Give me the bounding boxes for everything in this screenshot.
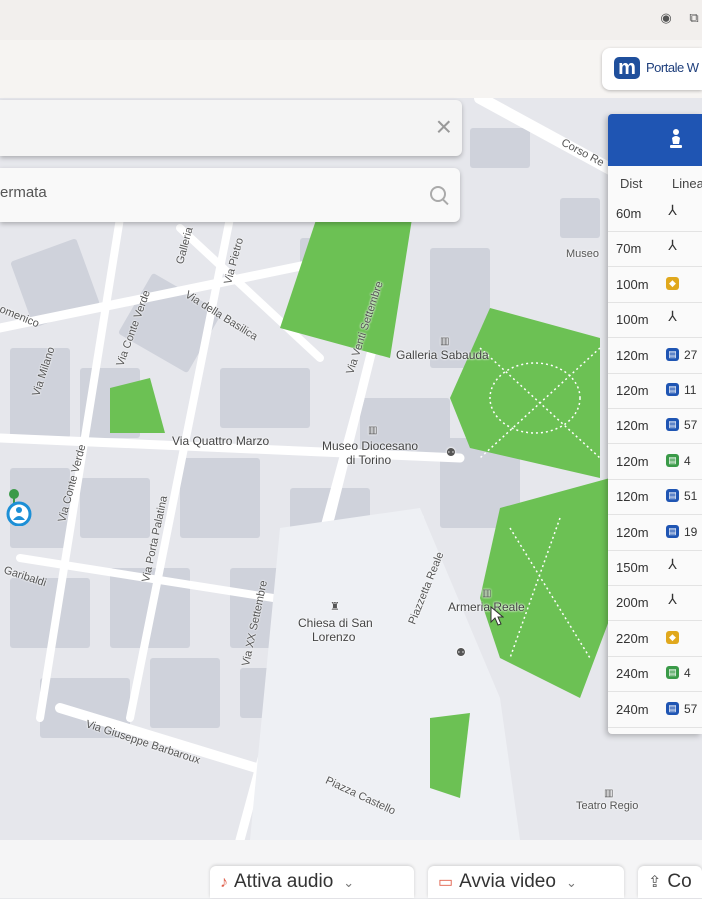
portal-label: Portale W (646, 60, 699, 75)
portal-button[interactable]: m Portale W (602, 48, 702, 90)
stop-distance: 240m (616, 701, 649, 717)
toilet-icon[interactable]: ⚉ (456, 646, 466, 659)
stop-row[interactable]: 240m ▤ 57 (608, 692, 702, 728)
bus-icon: ▤ (666, 383, 679, 396)
stop-distance: 70m (616, 241, 642, 257)
stop-distance: 120m (616, 418, 649, 434)
share-button[interactable]: ⇪ Co (638, 866, 702, 898)
bus-icon: ▤ (666, 524, 679, 538)
nearby-stops-panel: Dist Linea 60m ⅄ 70m ⅄ 100m ◆ 100m ⅄ 120m ▤ 27 120m… (608, 114, 702, 734)
stop-line-number: 19 (684, 524, 698, 539)
tram-icon: ▤ (666, 666, 679, 680)
stop-distance: 150m (616, 560, 649, 575)
bus-icon: ▤ (666, 347, 679, 361)
search-input[interactable]: × (0, 100, 462, 156)
stop-row[interactable]: 240m ▤ 4 (608, 656, 702, 693)
map-label-museo: Museo (566, 248, 600, 260)
walk-icon: ⅄ (668, 237, 677, 254)
close-icon[interactable]: × (436, 112, 452, 142)
stop-distance: 120m (616, 383, 649, 398)
map-label-museo-diocesano: Museo Diocesano (322, 439, 419, 453)
museum-icon[interactable]: ▥ (482, 588, 491, 599)
museum-icon[interactable]: ▥ (368, 425, 377, 436)
stop-line-number: 57 (684, 701, 698, 716)
map-label-chiesa-di-san: Chiesa di San (298, 616, 373, 630)
bus-icon: ▤ (666, 418, 679, 432)
bus-icon: ▤ (666, 489, 679, 503)
external-link-icon[interactable]: ⧉ (686, 10, 702, 26)
metro-icon: ◆ (666, 630, 679, 644)
stops-panel-header (608, 114, 702, 166)
mouse-cursor-icon (490, 606, 504, 626)
stop-row[interactable]: 120m ▤ 27 (608, 338, 702, 374)
walk-icon: ⅄ (668, 591, 677, 608)
stop-row[interactable]: 120m ▤ 51 (608, 479, 702, 516)
stop-line-number: 4 (684, 453, 691, 468)
video-button[interactable]: ▭ Avvia video ⌄ (428, 866, 624, 898)
browser-toolbar: ◉ ⧉ (0, 0, 702, 41)
map-label-teatro-regio: Teatro Regio (576, 800, 639, 812)
theatre-icon[interactable]: ▥ (604, 788, 613, 799)
bus-icon: ▤ (666, 701, 679, 715)
stop-search-field[interactable]: ermata (0, 168, 460, 222)
metro-icon: ◆ (666, 276, 679, 290)
share-icon: ⇪ (648, 874, 662, 891)
stop-distance: 200m (616, 595, 649, 611)
stop-row[interactable]: 60m ⅄ (608, 196, 702, 232)
column-header-linea[interactable]: Linea (672, 176, 702, 191)
stop-distance: 120m (616, 347, 649, 363)
tram-icon: ▤ (666, 453, 679, 467)
chevron-down-icon[interactable]: ⌄ (343, 875, 354, 890)
stop-distance: 120m (616, 524, 649, 540)
stop-line-number: 11 (684, 383, 697, 397)
app-header (0, 40, 702, 99)
stop-row[interactable]: 120m ▤ 19 (608, 515, 702, 551)
stop-line-number: 4 (684, 666, 691, 681)
stop-distance: 120m (616, 489, 649, 505)
stop-row[interactable]: 100m ⅄ (608, 302, 702, 339)
stop-distance: 100m (616, 276, 649, 292)
stop-distance: 120m (616, 453, 649, 469)
map-label-armeria-reale: Armeria Reale (448, 600, 525, 614)
map-label-lorenzo: Lorenzo (312, 630, 356, 644)
map-label-di-torino: di Torino (346, 453, 392, 467)
stop-line-number: 51 (684, 489, 698, 504)
settings-icon[interactable]: ◉ (658, 10, 674, 26)
stop-line-number: 27 (684, 347, 698, 362)
audio-button-label: Attiva audio (234, 871, 334, 892)
map-label-via-quattro-marzo: Via Quattro Marzo (172, 434, 270, 448)
stop-row[interactable]: 120m ▤ 11 (608, 373, 702, 409)
stop-search-value: ermata (0, 184, 47, 201)
video-button-label: Avvia video (459, 871, 556, 892)
walk-icon: ⅄ (668, 202, 677, 218)
audio-button[interactable]: ♪ Attiva audio ⌄ (210, 866, 414, 898)
stop-row[interactable]: 150m ⅄ (608, 550, 702, 586)
church-icon[interactable]: ♜ (330, 600, 340, 613)
stop-row[interactable]: 70m ⅄ (608, 231, 702, 268)
microphone-icon: ♪ (220, 874, 228, 891)
stop-distance: 100m (616, 312, 649, 328)
stop-row[interactable]: 220m ◆ (608, 621, 702, 657)
map-label-galleria-sabauda: Galleria Sabauda (396, 348, 489, 362)
share-button-label: Co (667, 871, 692, 892)
walk-icon: ⅄ (668, 556, 677, 572)
search-icon[interactable] (430, 186, 446, 202)
museum-icon[interactable]: ▥ (440, 336, 449, 347)
portal-logo: m (614, 57, 640, 79)
stop-line-number: 57 (684, 418, 698, 433)
location-marker-icon[interactable] (4, 486, 34, 526)
stop-distance: 60m (616, 206, 642, 221)
video-camera-icon: ▭ (438, 874, 454, 891)
stop-row[interactable]: 120m ▤ 4 (608, 444, 702, 480)
stop-distance: 240m (616, 666, 649, 682)
column-header-dist[interactable]: Dist (620, 176, 642, 191)
stop-row[interactable]: 100m ◆ (608, 267, 702, 303)
stop-row[interactable]: 200m ⅄ (608, 585, 702, 622)
pedestrian-icon (670, 129, 682, 148)
chevron-down-icon[interactable]: ⌄ (566, 875, 577, 890)
toilet-icon[interactable]: ⚉ (446, 446, 456, 459)
stop-row[interactable]: 120m ▤ 57 (608, 408, 702, 445)
stop-distance: 220m (616, 630, 649, 646)
walk-icon: ⅄ (668, 308, 677, 325)
